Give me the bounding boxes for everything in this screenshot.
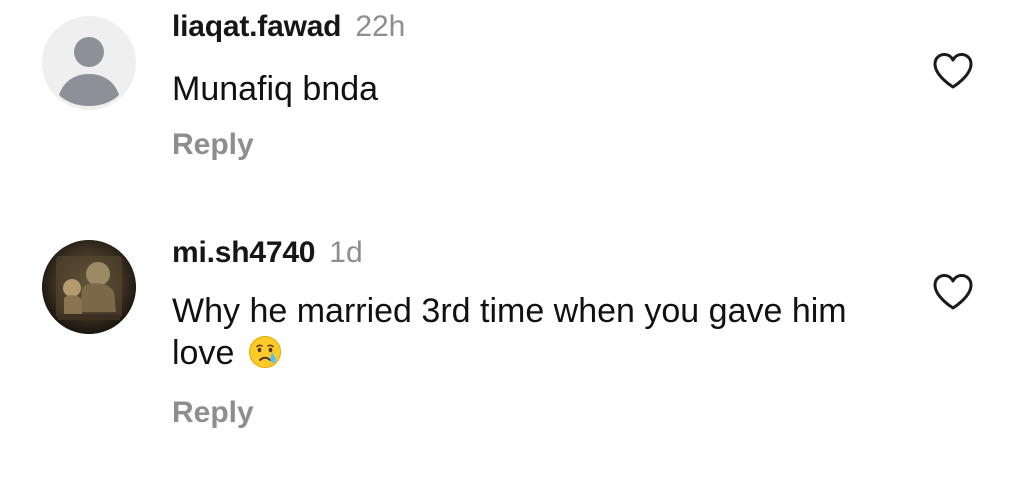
- comment-item: mi.sh4740 1d Why he married 3rd time whe…: [0, 228, 1024, 485]
- avatar[interactable]: [42, 240, 136, 334]
- timestamp: 1d: [329, 236, 363, 269]
- heart-outline-icon: [933, 53, 973, 89]
- comment-item: liaqat.fawad 22h Munafiq bnda Reply: [0, 0, 1024, 200]
- reply-button[interactable]: Reply: [172, 128, 254, 162]
- timestamp: 22h: [355, 10, 406, 43]
- comment-header: liaqat.fawad 22h: [172, 10, 405, 44]
- comment-text-block: Why he married 3rd time when you gave hi…: [172, 290, 872, 374]
- reply-button[interactable]: Reply: [172, 396, 254, 430]
- crying-face-emoji-icon: [248, 335, 282, 369]
- avatar[interactable]: [42, 16, 136, 110]
- like-button[interactable]: [932, 273, 974, 311]
- comment-header: mi.sh4740 1d: [172, 236, 363, 270]
- like-button[interactable]: [932, 52, 974, 90]
- photo-avatar-icon: [42, 240, 136, 334]
- default-avatar-icon: [42, 16, 136, 110]
- username[interactable]: mi.sh4740: [172, 236, 315, 270]
- heart-outline-icon: [933, 274, 973, 310]
- username[interactable]: liaqat.fawad: [172, 10, 342, 44]
- comment-text: Munafiq bnda: [172, 70, 379, 108]
